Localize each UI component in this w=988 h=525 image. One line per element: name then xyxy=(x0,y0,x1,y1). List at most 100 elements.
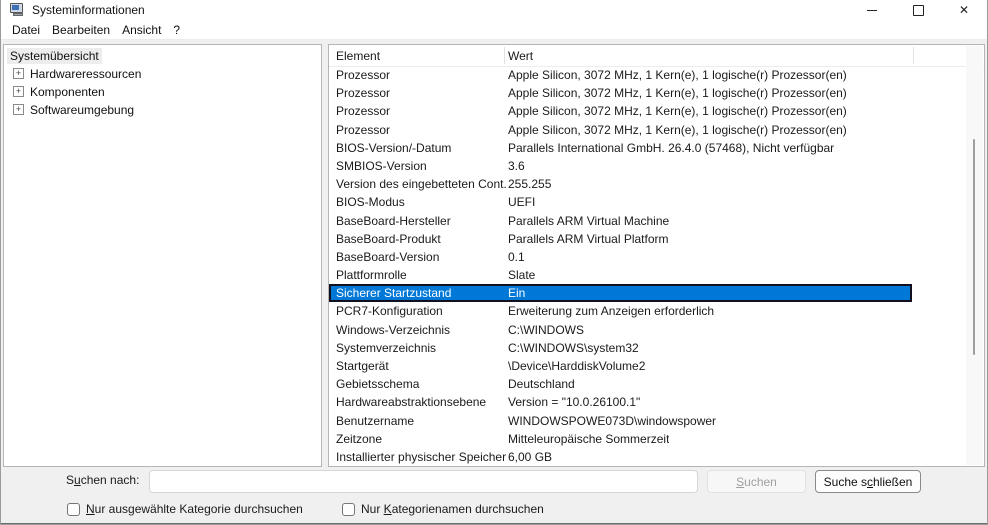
window-controls: ✕ xyxy=(849,0,987,20)
maximize-button[interactable] xyxy=(895,0,941,20)
vertical-scrollbar[interactable] xyxy=(966,46,983,465)
list-row[interactable]: BIOS-Modus UEFI xyxy=(329,193,984,211)
list-row[interactable]: Startgerät \Device\HarddiskVolume2 xyxy=(329,357,984,375)
list-row[interactable]: Installierter physischer Speicher... 6,0… xyxy=(329,448,984,466)
wert-cell: Erweiterung zum Anzeigen erforderlich xyxy=(508,304,715,319)
system-information-window: Systeminformationen ✕ Datei Bearbeiten A… xyxy=(0,0,988,525)
close-search-button[interactable]: Suche schließen xyxy=(815,470,921,493)
list-header: Element Wert xyxy=(329,45,984,67)
titlebar: Systeminformationen ✕ xyxy=(1,0,987,20)
list-row[interactable]: BaseBoard-Produkt Parallels ARM Virtual … xyxy=(329,230,984,248)
maximize-icon xyxy=(912,4,924,16)
list-row[interactable]: Zeitzone Mitteleuropäische Sommerzeit xyxy=(329,430,984,448)
wert-cell: \Device\HarddiskVolume2 xyxy=(508,359,646,373)
menubar: Datei Bearbeiten Ansicht ? xyxy=(1,20,987,40)
list-row[interactable]: PCR7-Konfiguration Erweiterung zum Anzei… xyxy=(329,302,984,320)
element-cell: Installierter physischer Speicher... xyxy=(336,449,506,464)
search-input[interactable] xyxy=(149,470,698,493)
list-row[interactable]: SMBIOS-Version 3.6 xyxy=(329,157,984,175)
wert-cell: Parallels International GmbH. 26.4.0 (57… xyxy=(508,140,835,155)
wert-cell: Mitteleuropäische Sommerzeit xyxy=(508,431,670,446)
wert-cell: WINDOWSPOWE073D\windowspower xyxy=(508,413,717,428)
menu-item[interactable]: Bearbeiten xyxy=(46,21,116,39)
list-row[interactable]: Sicherer Startzustand Ein xyxy=(329,284,912,303)
wert-cell: Slate xyxy=(508,268,536,283)
checkbox-category-names[interactable]: Nur Kategorienamen durchsuchen xyxy=(342,502,544,516)
category-tree: Systemübersicht + Hardwareressourcen + K… xyxy=(3,44,322,467)
checkbox-label: Nur Kategorienamen durchsuchen xyxy=(361,502,544,516)
element-cell: Prozessor xyxy=(336,86,391,101)
checkbox-selected-category[interactable]: Nur ausgewählte Kategorie durchsuchen xyxy=(67,502,303,516)
expand-plus-icon[interactable]: + xyxy=(13,104,24,115)
search-label: Suchen nach: xyxy=(66,473,140,487)
list-row[interactable]: Plattformrolle Slate xyxy=(329,266,984,284)
tree-item[interactable]: + Hardwareressourcen xyxy=(13,65,321,82)
element-cell: BaseBoard-Hersteller xyxy=(336,213,451,228)
search-bar: Suchen nach: Suchen Suche schließen Nur … xyxy=(1,467,987,523)
list-row[interactable]: Prozessor Apple Silicon, 3072 MHz, 1 Ker… xyxy=(329,121,984,139)
wert-cell: 6,00 GB xyxy=(508,449,553,464)
wert-cell: Apple Silicon, 3072 MHz, 1 Kern(e), 1 lo… xyxy=(508,68,847,82)
tree-item[interactable]: + Komponenten xyxy=(13,83,321,100)
expand-plus-icon[interactable]: + xyxy=(13,68,24,79)
column-header-element[interactable]: Element xyxy=(329,49,505,63)
element-cell: Prozessor xyxy=(336,122,391,137)
tree-item-systemuebersicht[interactable]: Systemübersicht xyxy=(7,48,102,64)
element-cell: BaseBoard-Version xyxy=(336,249,440,264)
list-rows: Prozessor Apple Silicon, 3072 MHz, 1 Ker… xyxy=(329,66,984,466)
search-options-row: Nur ausgewählte Kategorie durchsuchen Nu… xyxy=(1,502,987,518)
list-row[interactable]: Prozessor Apple Silicon, 3072 MHz, 1 Ker… xyxy=(329,102,984,120)
search-button[interactable]: Suchen xyxy=(707,470,806,493)
element-cell: Prozessor xyxy=(336,104,391,119)
list-row[interactable]: Gebietsschema Deutschland xyxy=(329,375,984,393)
menu-item[interactable]: ? xyxy=(167,21,186,39)
column-separator[interactable] xyxy=(504,47,505,64)
element-cell: PCR7-Konfiguration xyxy=(336,304,443,319)
window-title: Systeminformationen xyxy=(32,3,145,17)
list-row[interactable]: Windows-Verzeichnis C:\WINDOWS xyxy=(329,321,984,339)
wert-cell: C:\WINDOWS xyxy=(508,322,584,337)
checkbox-icon[interactable] xyxy=(67,502,80,516)
scrollbar-thumb[interactable] xyxy=(973,139,975,355)
list-row[interactable]: BaseBoard-Hersteller Parallels ARM Virtu… xyxy=(329,212,984,230)
expand-plus-icon[interactable]: + xyxy=(13,86,24,97)
close-button[interactable]: ✕ xyxy=(941,0,987,20)
element-cell: Benutzername xyxy=(336,413,415,428)
column-separator[interactable] xyxy=(913,47,914,64)
tree-item-label: Hardwareressourcen xyxy=(30,66,142,81)
element-cell: Systemverzeichnis xyxy=(336,340,437,355)
tree-item-label: Softwareumgebung xyxy=(30,102,135,117)
element-cell: Hardwareabstraktionsebene xyxy=(336,395,487,410)
element-cell: Startgerät xyxy=(336,359,389,373)
wert-cell: Ein xyxy=(508,286,526,301)
list-row[interactable]: Prozessor Apple Silicon, 3072 MHz, 1 Ker… xyxy=(329,66,984,84)
list-row[interactable]: Hardwareabstraktionsebene Version = "10.… xyxy=(329,393,984,411)
wert-cell: Version = "10.0.26100.1" xyxy=(508,395,641,410)
wert-cell: Apple Silicon, 3072 MHz, 1 Kern(e), 1 lo… xyxy=(508,86,847,101)
wert-cell: Deutschland xyxy=(508,377,575,392)
list-row[interactable]: BIOS-Version/-Datum Parallels Internatio… xyxy=(329,139,984,157)
element-cell: Plattformrolle xyxy=(336,268,407,283)
element-cell: Version des eingebetteten Cont... xyxy=(336,177,506,192)
list-row[interactable]: Prozessor Apple Silicon, 3072 MHz, 1 Ker… xyxy=(329,84,984,102)
wert-cell: Parallels ARM Virtual Machine xyxy=(508,213,670,228)
list-row[interactable]: Version des eingebetteten Cont... 255.25… xyxy=(329,175,984,193)
element-cell: Sicherer Startzustand xyxy=(336,286,452,301)
checkbox-icon[interactable] xyxy=(342,502,355,516)
column-header-wert[interactable]: Wert xyxy=(505,49,533,63)
menu-item[interactable]: Datei xyxy=(6,21,46,39)
list-row[interactable]: Benutzername WINDOWSPOWE073D\windowspowe… xyxy=(329,412,984,430)
wert-cell: 0.1 xyxy=(508,249,525,264)
menu-item[interactable]: Ansicht xyxy=(116,21,167,39)
list-row[interactable]: Systemverzeichnis C:\WINDOWS\system32 xyxy=(329,339,984,357)
checkbox-label: Nur ausgewählte Kategorie durchsuchen xyxy=(86,502,303,516)
wert-cell: UEFI xyxy=(508,195,536,210)
tree-item-label: Komponenten xyxy=(30,84,105,99)
element-cell: Prozessor xyxy=(336,68,391,82)
element-cell: SMBIOS-Version xyxy=(336,158,427,173)
minimize-button[interactable] xyxy=(849,0,895,20)
minimize-icon xyxy=(867,9,877,11)
system-summary-list: Element Wert Prozessor Apple Silicon, 30… xyxy=(328,44,985,467)
tree-item[interactable]: + Softwareumgebung xyxy=(13,101,321,118)
list-row[interactable]: BaseBoard-Version 0.1 xyxy=(329,248,984,266)
